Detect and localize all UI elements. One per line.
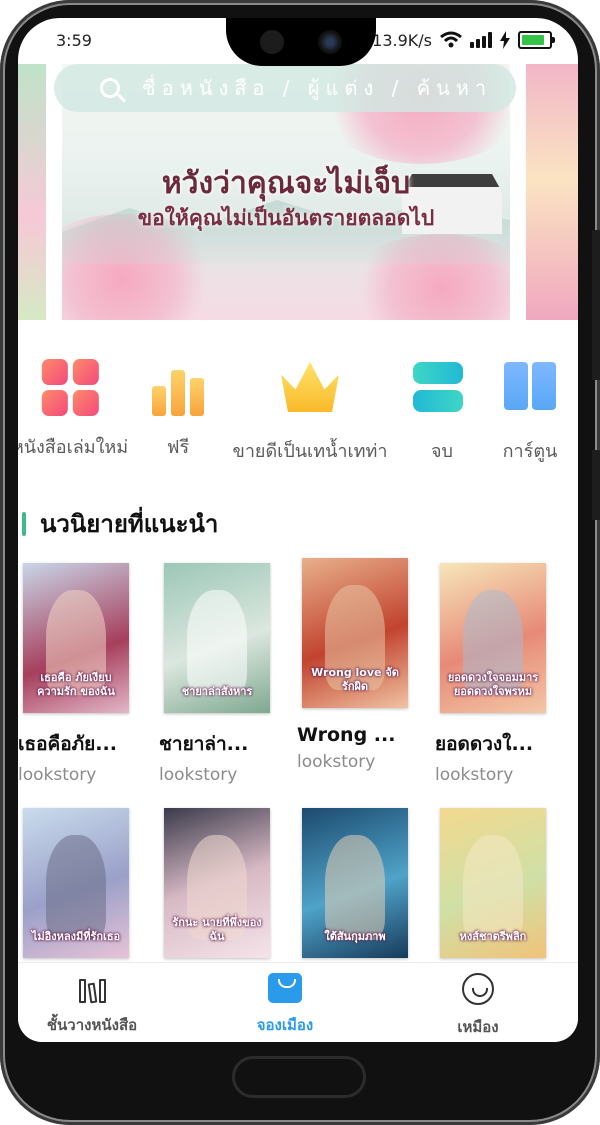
book-title: Wrong ... [297, 724, 396, 746]
book-cover: รักนะ นายที่พึ่งของฉัน [164, 808, 270, 958]
book-card[interactable]: ชายาล่าสังหาร ชายาล่า... lookstory [159, 563, 279, 785]
banner-title: หวังว่าคุณจะไม่เจ็บ [161, 167, 411, 200]
cover-figure [187, 590, 247, 695]
category-label: ฟรี [166, 437, 190, 458]
screen: 3:59 13.9K/s หวังว่าคุณจะไม่เจ็บ ขอให้คุ… [18, 18, 578, 1042]
banner-subtitle: ขอให้คุณไม่เป็นอันตรายตลอดไป [137, 206, 435, 230]
book-author: lookstory [297, 752, 376, 772]
section-header: นวนิยายที่แนะนำ [22, 504, 218, 543]
cover-text: ชายาล่าสังหาร [181, 685, 253, 698]
book-cover: ยอดดวงใจจอมมาร ยอดดวงใจพรหม [440, 563, 546, 713]
book-card[interactable]: เธอคือ ภัยเงียบความรัก ของฉัน เธอคือภัย.… [18, 563, 138, 785]
status-time: 3:59 [56, 30, 92, 50]
camera-notch [226, 18, 376, 66]
charging-icon [500, 31, 510, 49]
category-row: หนังสือเล่มใหม่ ฟรี ขายดีเป็นเทน้ำเทท่า … [18, 358, 578, 468]
comic-book-icon [501, 362, 559, 420]
bookshelf-icon [75, 973, 109, 1004]
book-cover: หงส์ชาตรีพลิก [440, 808, 546, 958]
category-bestseller[interactable]: ขายดีเป็นเทน้ำเทท่า [232, 358, 388, 465]
wifi-icon [440, 31, 462, 48]
book-card[interactable]: ใต้สันกุมภาพ [297, 808, 417, 958]
cover-figure [325, 835, 385, 940]
banner-prev-peek[interactable] [18, 64, 46, 320]
book-card[interactable]: หงส์ชาตรีพลิก [435, 808, 555, 958]
banner-next-peek[interactable] [526, 64, 578, 320]
cover-figure [46, 835, 106, 940]
shopping-bag-icon [268, 973, 302, 1003]
book-cover: ไม่อิงหลงมีที่รักเธอ [23, 808, 129, 958]
book-card[interactable]: Wrong love จัดรักผิด Wrong ... lookstory [297, 558, 417, 772]
cover-figure [463, 835, 523, 940]
signal-icon [470, 32, 492, 48]
nav-city[interactable]: จองเมือง [195, 973, 375, 1037]
book-cover: Wrong love จัดรักผิด [302, 558, 408, 708]
book-author: lookstory [435, 765, 514, 785]
section-title: นวนิยายที่แนะนำ [40, 510, 219, 538]
search-placeholder: ชื่อหนังสือ / ผู้แต่ง / ค้นหา [142, 76, 493, 100]
front-camera-icon [318, 30, 342, 54]
new-books-grid-icon [41, 358, 99, 416]
book-card[interactable]: ไม่อิงหลงมีที่รักเธอ [18, 808, 138, 958]
nav-city-label: จองเมือง [256, 1016, 314, 1034]
section-accent-bar [22, 511, 26, 536]
battery-icon [518, 31, 555, 49]
cover-text: ใต้สันกุมภาพ [324, 930, 386, 943]
category-comics[interactable]: การ์ตูน [501, 358, 559, 465]
free-bars-icon [149, 358, 207, 416]
category-free[interactable]: ฟรี [149, 358, 207, 461]
book-title: ยอดดวงใ... [435, 733, 534, 755]
cover-text: รักนะ นายที่พึ่งของฉัน [172, 916, 262, 943]
phone-frame: 3:59 13.9K/s หวังว่าคุณจะไม่เจ็บ ขอให้คุ… [0, 0, 600, 1125]
cover-text: หงส์ชาตรีพลิก [459, 930, 527, 943]
nav-profile-label: เหมือง [457, 1018, 499, 1036]
network-speed: 13.9K/s [372, 30, 432, 50]
bottom-nav: ชั้นวางหนังสือ จองเมือง เหมือง [18, 962, 578, 1042]
category-label: หนังสือเล่มใหม่ [18, 437, 129, 458]
cover-text: ไม่อิงหลงมีที่รักเธอ [31, 930, 121, 943]
book-cover: เธอคือ ภัยเงียบความรัก ของฉัน [23, 563, 129, 713]
status-icons: 13.9K/s [372, 30, 555, 50]
cover-text: Wrong love จัดรักผิด [311, 666, 399, 693]
nav-shelf[interactable]: ชั้นวางหนังสือ [18, 973, 182, 1037]
nav-profile[interactable]: เหมือง [388, 973, 568, 1039]
book-card[interactable]: รักนะ นายที่พึ่งของฉัน [159, 808, 279, 958]
power-button [592, 450, 600, 520]
category-label: ขายดีเป็นเทน้ำเทท่า [232, 441, 388, 462]
search-bar[interactable]: ชื่อหนังสือ / ผู้แต่ง / ค้นหา [54, 64, 516, 112]
smiley-icon [462, 973, 494, 1005]
front-sensor-icon [260, 30, 284, 54]
finished-s-icon [413, 362, 471, 420]
book-author: lookstory [18, 765, 97, 785]
battery-fill [522, 35, 545, 45]
book-cover: ใต้สันกุมภาพ [302, 808, 408, 958]
book-title: ชายาล่า... [159, 733, 249, 755]
category-label: การ์ตูน [502, 441, 558, 462]
nav-shelf-label: ชั้นวางหนังสือ [46, 1016, 138, 1034]
book-author: lookstory [159, 765, 238, 785]
category-label: จบ [431, 441, 453, 462]
home-button[interactable] [232, 1056, 366, 1098]
category-new-books[interactable]: หนังสือเล่มใหม่ [18, 358, 128, 461]
cover-text: ยอดดวงใจจอมมาร ยอดดวงใจพรหม [447, 671, 539, 698]
volume-button [592, 230, 600, 380]
search-icon [100, 78, 120, 98]
category-finished[interactable]: จบ [413, 358, 471, 465]
cover-text: เธอคือ ภัยเงียบความรัก ของฉัน [37, 671, 115, 698]
book-card[interactable]: ยอดดวงใจจอมมาร ยอดดวงใจพรหม ยอดดวงใ... l… [435, 563, 555, 785]
book-title: เธอคือภัย... [18, 733, 117, 755]
book-cover: ชายาล่าสังหาร [164, 563, 270, 713]
bestseller-crown-icon [280, 362, 339, 420]
